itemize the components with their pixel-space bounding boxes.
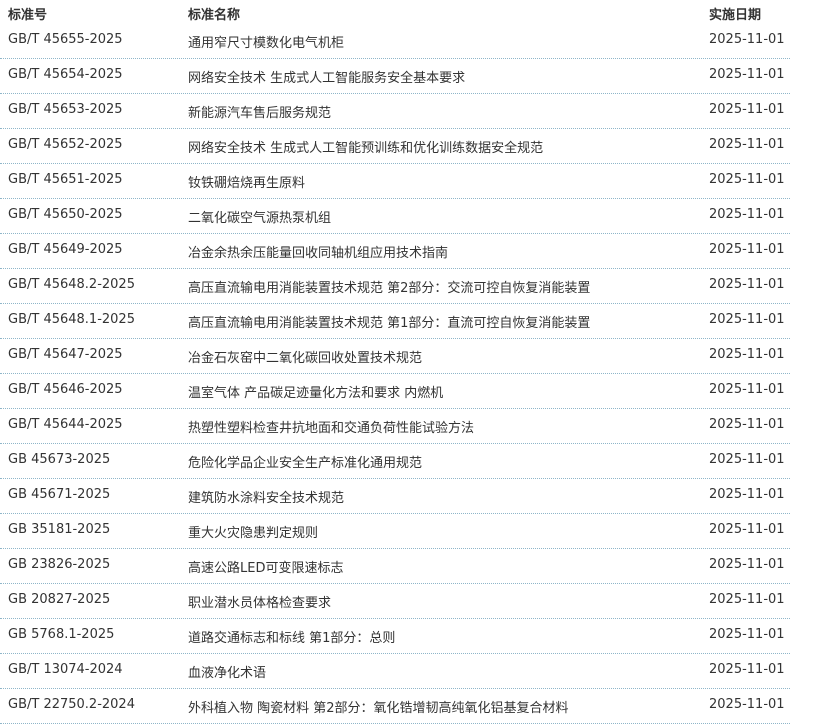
standard-name-link[interactable]: 职业潜水员体格检查要求 [188, 592, 331, 611]
standard-name-link[interactable]: 二氧化碳空气源热泵机组 [188, 207, 331, 226]
implementation-date: 2025-11-01 [709, 382, 785, 397]
implementation-date: 2025-11-01 [709, 697, 785, 712]
standard-name-link[interactable]: 高压直流输电用消能装置技术规范 第1部分：直流可控自恢复消能装置 [188, 312, 590, 331]
standard-name-link[interactable]: 网络安全技术 生成式人工智能预训练和优化训练数据安全规范 [188, 137, 543, 156]
standard-code: GB 20827-2025 [8, 592, 111, 607]
implementation-date: 2025-11-01 [709, 172, 785, 187]
standard-code: GB 23826-2025 [8, 557, 111, 572]
standard-code: GB/T 45655-2025 [8, 32, 123, 47]
table-row: GB/T 45652-2025 网络安全技术 生成式人工智能预训练和优化训练数据安… [0, 129, 790, 164]
standard-code: GB/T 45647-2025 [8, 347, 123, 362]
standard-code: GB/T 45651-2025 [8, 172, 123, 187]
standard-code: GB 5768.1-2025 [8, 627, 115, 642]
table-row: GB/T 45651-2025 钕铁硼焙烧再生原料 2025-11-01 [0, 164, 790, 199]
table-row: GB/T 45648.1-2025 高压直流输电用消能装置技术规范 第1部分：直流… [0, 304, 790, 339]
implementation-date: 2025-11-01 [709, 242, 785, 257]
standard-code: GB/T 45644-2025 [8, 417, 123, 432]
implementation-date: 2025-11-01 [709, 312, 785, 327]
standard-name-link[interactable]: 危险化学品企业安全生产标准化通用规范 [188, 452, 422, 471]
implementation-date: 2025-11-01 [709, 557, 785, 572]
standard-name-link[interactable]: 冶金余热余压能量回收同轴机组应用技术指南 [188, 242, 448, 261]
table-row: GB/T 45644-2025 热塑性塑料检查井抗地面和交通负荷性能试验方法 202… [0, 409, 790, 444]
implementation-date: 2025-11-01 [709, 102, 785, 117]
implementation-date: 2025-11-01 [709, 67, 785, 82]
standard-code: GB 35181-2025 [8, 522, 111, 537]
table-row: GB 5768.1-2025 道路交通标志和标线 第1部分：总则 2025-11-0… [0, 619, 790, 654]
implementation-date: 2025-11-01 [709, 627, 785, 642]
table-row: GB/T 45647-2025 冶金石灰窑中二氧化碳回收处置技术规范 2025-11… [0, 339, 790, 374]
implementation-date: 2025-11-01 [709, 347, 785, 362]
standard-code: GB/T 13074-2024 [8, 662, 123, 677]
standard-name-link[interactable]: 高速公路LED可变限速标志 [188, 557, 343, 576]
table-row: GB 23826-2025 高速公路LED可变限速标志 2025-11-01 [0, 549, 790, 584]
implementation-date: 2025-11-01 [709, 452, 785, 467]
column-header-code: 标准号 [8, 8, 48, 23]
table-row: GB 45671-2025 建筑防水涂料安全技术规范 2025-11-01 [0, 479, 790, 514]
column-header-date: 实施日期 [709, 8, 762, 23]
implementation-date: 2025-11-01 [709, 522, 785, 537]
standard-code: GB/T 45649-2025 [8, 242, 123, 257]
table-row: GB/T 45654-2025 网络安全技术 生成式人工智能服务安全基本要求 202… [0, 59, 790, 94]
table-row: GB/T 13074-2024 血液净化术语 2025-11-01 [0, 654, 790, 689]
standard-name-link[interactable]: 网络安全技术 生成式人工智能服务安全基本要求 [188, 67, 465, 86]
standard-code: GB/T 22750.2-2024 [8, 697, 135, 712]
standard-name-link[interactable]: 高压直流输电用消能装置技术规范 第2部分：交流可控自恢复消能装置 [188, 277, 590, 296]
implementation-date: 2025-11-01 [709, 207, 785, 222]
standards-table: 标准号 标准名称 实施日期 GB/T 45655-2025 通用窄尺寸模数化电气机… [0, 0, 817, 724]
implementation-date: 2025-11-01 [709, 137, 785, 152]
table-row: GB 45673-2025 危险化学品企业安全生产标准化通用规范 2025-11-0… [0, 444, 790, 479]
table-row: GB/T 45646-2025 温室气体 产品碳足迹量化方法和要求 内燃机 2025… [0, 374, 790, 409]
standard-name-link[interactable]: 道路交通标志和标线 第1部分：总则 [188, 627, 395, 646]
table-row: GB/T 45649-2025 冶金余热余压能量回收同轴机组应用技术指南 2025-… [0, 234, 790, 269]
table-body: GB/T 45655-2025 通用窄尺寸模数化电气机柜 2025-11-01 GB/… [0, 24, 817, 724]
standard-name-link[interactable]: 热塑性塑料检查井抗地面和交通负荷性能试验方法 [188, 417, 474, 436]
table-row: GB/T 45653-2025 新能源汽车售后服务规范 2025-11-01 [0, 94, 790, 129]
standard-code: GB/T 45652-2025 [8, 137, 123, 152]
standard-name-link[interactable]: 通用窄尺寸模数化电气机柜 [188, 32, 344, 51]
standard-name-link[interactable]: 外科植入物 陶瓷材料 第2部分：氧化锆增韧高纯氧化铝基复合材料 [188, 697, 569, 716]
standard-code: GB 45673-2025 [8, 452, 111, 467]
implementation-date: 2025-11-01 [709, 487, 785, 502]
table-row: GB/T 45655-2025 通用窄尺寸模数化电气机柜 2025-11-01 [0, 24, 790, 59]
standard-code: GB/T 45648.1-2025 [8, 312, 135, 327]
standard-name-link[interactable]: 建筑防水涂料安全技术规范 [188, 487, 344, 506]
table-row: GB 35181-2025 重大火灾隐患判定规则 2025-11-01 [0, 514, 790, 549]
standard-code: GB/T 45650-2025 [8, 207, 123, 222]
implementation-date: 2025-11-01 [709, 277, 785, 292]
implementation-date: 2025-11-01 [709, 592, 785, 607]
standard-name-link[interactable]: 血液净化术语 [188, 662, 266, 681]
implementation-date: 2025-11-01 [709, 662, 785, 677]
standard-code: GB/T 45646-2025 [8, 382, 123, 397]
table-row: GB/T 45650-2025 二氧化碳空气源热泵机组 2025-11-01 [0, 199, 790, 234]
standard-name-link[interactable]: 温室气体 产品碳足迹量化方法和要求 内燃机 [188, 382, 443, 401]
table-row: GB/T 45648.2-2025 高压直流输电用消能装置技术规范 第2部分：交流… [0, 269, 790, 304]
standard-name-link[interactable]: 重大火灾隐患判定规则 [188, 522, 318, 541]
table-row: GB/T 22750.2-2024 外科植入物 陶瓷材料 第2部分：氧化锆增韧高纯… [0, 689, 790, 724]
standard-name-link[interactable]: 新能源汽车售后服务规范 [188, 102, 331, 121]
standard-code: GB 45671-2025 [8, 487, 111, 502]
implementation-date: 2025-11-01 [709, 417, 785, 432]
standard-code: GB/T 45654-2025 [8, 67, 123, 82]
column-header-name: 标准名称 [188, 8, 241, 23]
standard-name-link[interactable]: 冶金石灰窑中二氧化碳回收处置技术规范 [188, 347, 422, 366]
table-header: 标准号 标准名称 实施日期 [0, 0, 817, 24]
table-row: GB 20827-2025 职业潜水员体格检查要求 2025-11-01 [0, 584, 790, 619]
standard-code: GB/T 45653-2025 [8, 102, 123, 117]
implementation-date: 2025-11-01 [709, 32, 785, 47]
standard-code: GB/T 45648.2-2025 [8, 277, 135, 292]
standard-name-link[interactable]: 钕铁硼焙烧再生原料 [188, 172, 305, 191]
